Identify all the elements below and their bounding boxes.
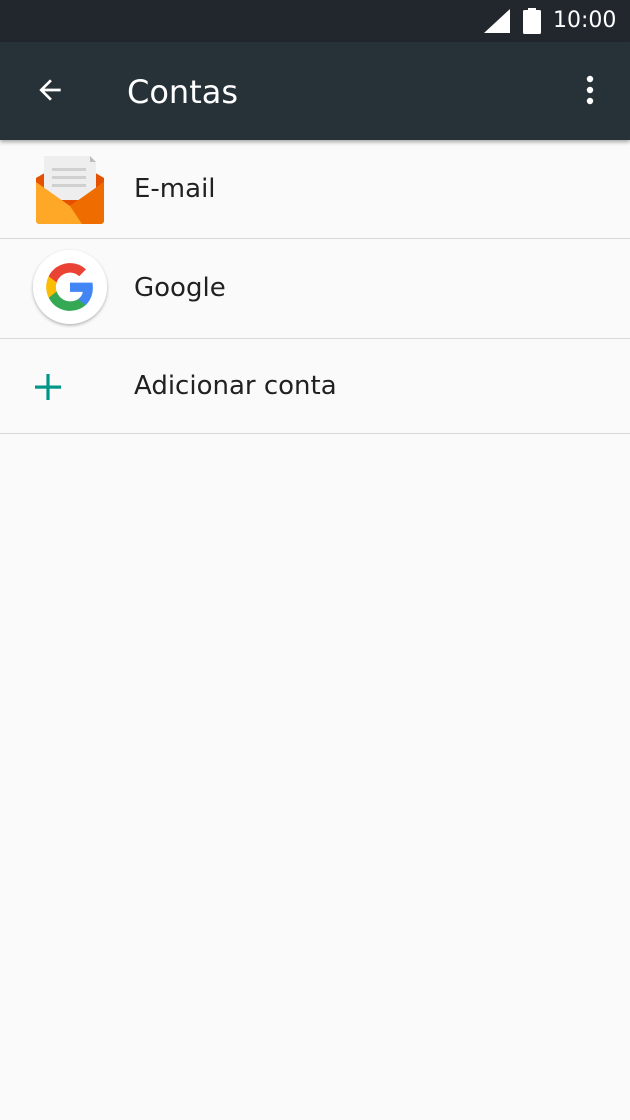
status-clock: 10:00: [553, 8, 617, 33]
plus-icon: [35, 374, 61, 400]
more-options-button[interactable]: [566, 66, 614, 114]
account-label-google: Google: [134, 273, 226, 303]
arrow-back-icon: [39, 79, 61, 101]
add-account-item[interactable]: Adicionar conta: [0, 339, 630, 434]
more-vert-icon: [586, 75, 594, 105]
accounts-list: E-mail Google Adicionar conta: [0, 140, 630, 434]
status-bar: 10:00: [0, 0, 630, 42]
page-title: Contas: [127, 73, 239, 111]
battery-icon: [523, 8, 541, 34]
google-icon: [33, 250, 107, 324]
account-item-google[interactable]: Google: [0, 239, 630, 339]
account-label-email: E-mail: [134, 174, 216, 204]
back-button[interactable]: [26, 66, 74, 114]
app-bar: Contas: [0, 42, 630, 140]
signal-icon: [484, 9, 510, 33]
add-account-label: Adicionar conta: [134, 371, 337, 401]
email-app-icon: [36, 156, 104, 224]
account-item-email[interactable]: E-mail: [0, 140, 630, 239]
